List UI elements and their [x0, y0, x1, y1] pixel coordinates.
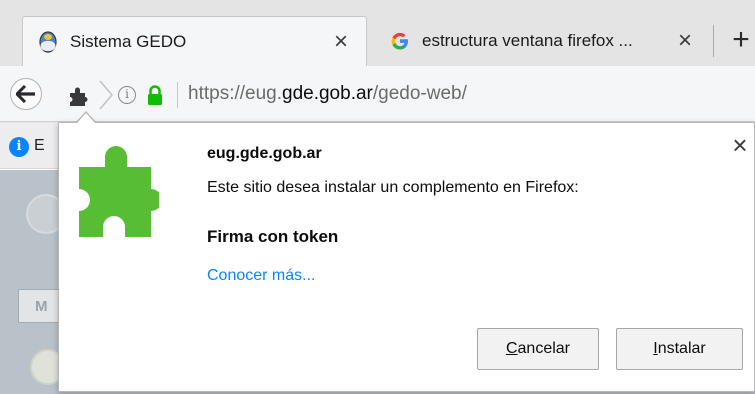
- url-separator: [177, 82, 178, 108]
- install-button[interactable]: Instalar: [616, 328, 743, 370]
- secure-lock-icon[interactable]: [146, 84, 164, 106]
- site-info-icon[interactable]: i: [118, 86, 136, 104]
- close-tab-icon[interactable]: ×: [672, 28, 698, 54]
- notification-text: E: [34, 137, 45, 154]
- identity-chevron-icon: [99, 80, 113, 110]
- info-icon: i: [9, 137, 29, 157]
- url-scheme: https://: [188, 83, 246, 104]
- learn-more-link[interactable]: Conocer más...: [207, 267, 315, 285]
- tab-strip: Sistema GEDO × estructura ventana firefo…: [0, 0, 755, 66]
- shield-crest-icon: [36, 30, 60, 54]
- url-path: /gedo-web/: [372, 83, 467, 104]
- url-host: gde.gob.ar: [282, 83, 373, 104]
- url-subdomain: eug.: [245, 83, 283, 104]
- cancel-accesskey: C: [505, 340, 518, 357]
- close-tab-icon[interactable]: ×: [328, 29, 354, 55]
- navigation-bar: i https://eug.gde.gob.ar/gedo-web/: [0, 66, 755, 122]
- panel-host: eug.gde.gob.ar: [207, 145, 322, 162]
- addon-notification-puzzle-icon[interactable]: [66, 84, 92, 108]
- install-label: nstalar: [657, 340, 706, 357]
- back-button[interactable]: [10, 78, 42, 110]
- tab-title: Sistema GEDO: [70, 31, 187, 51]
- puzzle-piece-icon: [79, 146, 159, 237]
- url-field[interactable]: https://eug.gde.gob.ar/gedo-web/: [188, 83, 467, 105]
- cancel-button[interactable]: Cancelar: [477, 328, 599, 370]
- addon-name: Firma con token: [207, 227, 339, 246]
- tab-separator: [713, 25, 714, 57]
- tab-sistema-gedo[interactable]: Sistema GEDO ×: [22, 16, 367, 66]
- addon-install-panel: × eug.gde.gob.ar Este sitio desea instal…: [58, 122, 755, 392]
- cancel-label: ancelar: [517, 340, 571, 357]
- panel-arrow-inner: [76, 113, 96, 124]
- tab-title: estructura ventana firefox ...: [422, 31, 633, 50]
- panel-message: Este sitio desea instalar un complemento…: [207, 179, 579, 196]
- tab-google-search[interactable]: estructura ventana firefox ... ×: [375, 16, 710, 66]
- back-arrow-icon: [16, 85, 35, 103]
- google-g-icon: [388, 29, 412, 53]
- new-tab-button[interactable]: +: [726, 24, 755, 58]
- close-panel-icon[interactable]: ×: [729, 132, 751, 158]
